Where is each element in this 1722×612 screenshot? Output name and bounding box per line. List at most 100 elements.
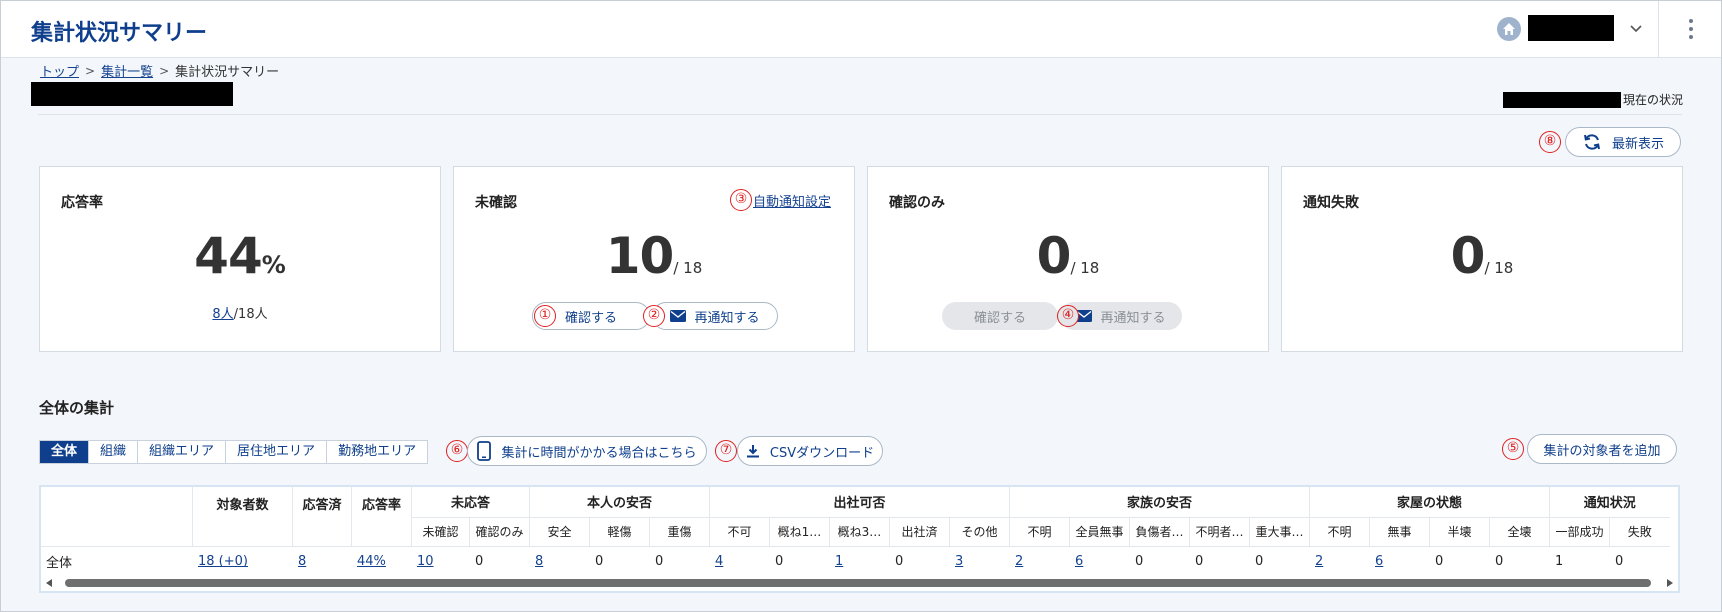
breadcrumb-top-link[interactable]: トップ — [40, 61, 79, 80]
cell-link[interactable]: 2 — [1015, 554, 1023, 569]
annotation-marker: ④ — [1057, 305, 1079, 327]
total-count: /18人 — [233, 307, 268, 322]
subheader[interactable]: 安全 — [529, 517, 590, 547]
horizontal-scrollbar[interactable] — [39, 576, 1680, 590]
tab-organization-area[interactable]: 組織エリア — [138, 441, 227, 463]
cell-link[interactable]: 3 — [955, 554, 963, 569]
breadcrumb: トップ > 集計一覧 > 集計状況サマリー — [40, 61, 280, 81]
tab-organization[interactable]: 組織 — [89, 441, 139, 463]
subheader[interactable]: 確認のみ — [469, 517, 530, 547]
responded-link[interactable]: 8人 — [212, 307, 233, 322]
card-title: 確認のみ — [889, 195, 945, 211]
cell-link[interactable]: 1 — [835, 554, 843, 569]
table-cell: 0 — [1189, 546, 1250, 577]
scroll-right-icon[interactable] — [1667, 579, 1673, 587]
header-response-rate[interactable]: 応答率 — [351, 487, 412, 547]
header-blank — [41, 487, 193, 547]
subheader[interactable]: 重傷 — [649, 517, 710, 547]
denominator: / 18 — [1484, 259, 1514, 277]
scroll-left-icon[interactable] — [46, 579, 52, 587]
download-icon — [746, 445, 759, 458]
header-house-status: 家屋の状態 — [1309, 487, 1550, 518]
card-confirm-only: 確認のみ 0/ 18 確認する 再通知する ④ — [867, 166, 1269, 352]
denominator: / 18 — [1070, 259, 1100, 277]
cell-link[interactable]: 6 — [1075, 554, 1083, 569]
scrollbar-thumb[interactable] — [65, 579, 1651, 587]
big-value: 44% — [40, 227, 440, 285]
subheader[interactable]: 失敗 — [1609, 517, 1670, 547]
subheader[interactable]: 負傷者… — [1129, 517, 1190, 547]
breadcrumb-separator: > — [159, 63, 170, 78]
cell-link[interactable]: 18 (+0) — [198, 554, 248, 569]
smartphone-icon — [477, 441, 492, 461]
table-cell: 0 — [1609, 546, 1670, 577]
renotify-button[interactable]: 再通知する — [652, 302, 778, 330]
refresh-icon — [1584, 134, 1600, 150]
cell-link[interactable]: 8 — [535, 554, 543, 569]
subheader[interactable]: 全員無事 — [1069, 517, 1130, 547]
header-no-response: 未応答 — [411, 487, 530, 518]
annotation-marker: ⑧ — [1539, 131, 1561, 153]
table-cell: 0 — [1429, 546, 1490, 577]
annotation-marker: ① — [534, 305, 556, 327]
subheader[interactable]: 不明 — [1009, 517, 1070, 547]
subheader[interactable]: 一部成功 — [1549, 517, 1610, 547]
table-cell: 0 — [889, 546, 950, 577]
tab-all[interactable]: 全体 — [40, 441, 90, 463]
tab-work-area[interactable]: 勤務地エリア — [327, 441, 427, 463]
top-header: 集計状況サマリー — [1, 1, 1721, 58]
subheader[interactable]: 概ね3… — [829, 517, 890, 547]
subheader[interactable]: 重大事… — [1249, 517, 1310, 547]
percent-unit: % — [261, 251, 286, 279]
subheader[interactable]: 未確認 — [411, 517, 470, 547]
subheader[interactable]: その他 — [949, 517, 1010, 547]
cell-link[interactable]: 8 — [298, 554, 306, 569]
auto-notify-settings-link[interactable]: 自動通知設定 — [753, 191, 831, 210]
renotify-label: 再通知する — [1100, 310, 1166, 326]
chevron-down-icon[interactable] — [1625, 17, 1647, 39]
subheader[interactable]: 全壊 — [1489, 517, 1550, 547]
header-responded[interactable]: 応答済 — [292, 487, 352, 547]
csv-download-button[interactable]: CSVダウンロード — [737, 436, 883, 466]
subheader[interactable]: 不可 — [709, 517, 770, 547]
annotation-marker: ③ — [730, 189, 752, 211]
cell-link[interactable]: 44% — [357, 554, 386, 569]
subheader[interactable]: 半壊 — [1429, 517, 1490, 547]
card-response-rate: 応答率 44% 8人/18人 — [39, 166, 441, 352]
tab-residence-area[interactable]: 居住地エリア — [226, 441, 328, 463]
refresh-button[interactable]: 最新表示 — [1565, 127, 1681, 157]
response-count: 8人/18人 — [40, 303, 440, 322]
user-name-redacted[interactable] — [1528, 15, 1614, 41]
table-cell: 0 — [589, 546, 650, 577]
header-target-count[interactable]: 対象者数 — [192, 487, 293, 547]
card-title: 未確認 — [475, 195, 517, 211]
cell-link[interactable]: 10 — [417, 554, 434, 569]
subheader[interactable]: 出社済 — [889, 517, 950, 547]
row-label: 全体 — [41, 546, 193, 577]
cell-link[interactable]: 4 — [715, 554, 723, 569]
status-timestamp: 現在の状況 — [1503, 91, 1683, 108]
cell-link[interactable]: 6 — [1375, 554, 1383, 569]
subheader[interactable]: 軽傷 — [589, 517, 650, 547]
timestamp-redacted — [1503, 91, 1621, 108]
breadcrumb-list-link[interactable]: 集計一覧 — [101, 61, 153, 80]
status-suffix: 現在の状況 — [1623, 93, 1684, 107]
add-target-button[interactable]: 集計の対象者を追加 — [1527, 434, 1677, 464]
breadcrumb-current: 集計状況サマリー — [175, 65, 280, 80]
table-cell: 0 — [649, 546, 710, 577]
table-cell: 0 — [469, 546, 530, 577]
subheader[interactable]: 不明者… — [1189, 517, 1250, 547]
refresh-label: 最新表示 — [1611, 136, 1664, 152]
subheader[interactable]: 不明 — [1309, 517, 1370, 547]
home-icon[interactable] — [1497, 17, 1521, 41]
mail-icon — [670, 310, 687, 322]
subheader[interactable]: 概ね1… — [769, 517, 830, 547]
page-title: 集計状況サマリー — [31, 21, 208, 46]
more-menu-icon[interactable] — [1681, 15, 1701, 45]
subheader[interactable]: 無事 — [1369, 517, 1430, 547]
cell-link[interactable]: 2 — [1315, 554, 1323, 569]
card-title: 応答率 — [61, 195, 103, 211]
confirm-button-disabled[interactable]: 確認する — [942, 302, 1058, 330]
header-family-safety: 家族の安否 — [1009, 487, 1310, 518]
slow-aggregation-button[interactable]: 集計に時間がかかる場合はこちら — [467, 436, 707, 466]
